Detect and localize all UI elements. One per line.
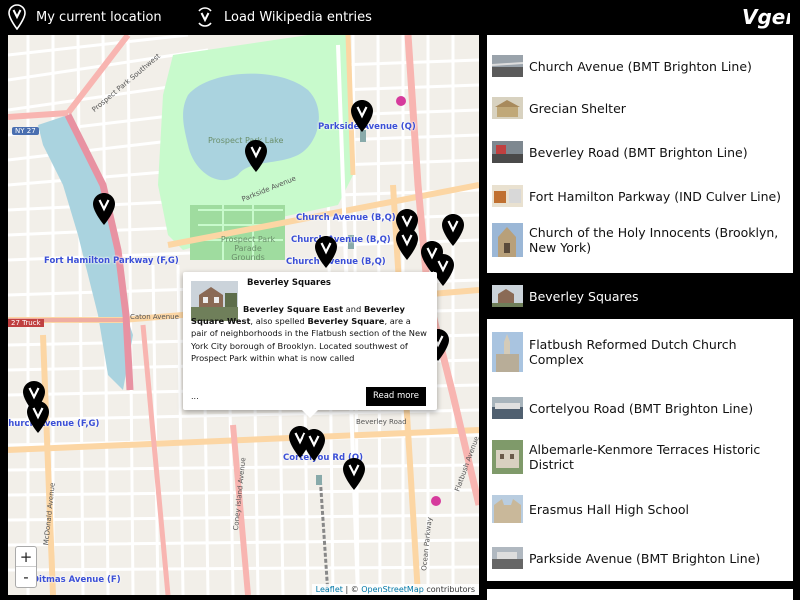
popup-title: Beverley Squares <box>247 278 331 288</box>
zoom-in-button[interactable]: + <box>16 547 36 567</box>
list-item-label: Flatbush Reformed Dutch Church Complex <box>529 337 737 367</box>
list-item-label: Albemarle-Kenmore Terraces Historic Dist… <box>529 442 761 472</box>
map-label-caton-avenue: Caton Avenue <box>130 313 179 321</box>
map-label-ny27-truck: 27 Truck <box>8 319 44 327</box>
list-item-label: Beverley Squares <box>529 288 639 304</box>
zoom-out-button[interactable]: - <box>16 567 36 587</box>
map-attribution: Leaflet | © OpenStreetMap contributors <box>311 584 479 595</box>
list-item-label: Church of the Holy Innocents (Brooklyn, … <box>529 225 779 255</box>
map-pin-church-holy-innocents[interactable] <box>441 213 465 247</box>
map-view[interactable]: Prospect Park Lake Prospect Park Parade … <box>8 35 479 595</box>
map-label-beverley-road: Beverley Road <box>356 418 407 426</box>
list-item[interactable]: Beverley Road (BMT Brighton Line) <box>487 119 793 185</box>
load-wikipedia-label: Load Wikipedia entries <box>224 9 372 25</box>
list-item[interactable]: Church Avenue (BMT Brighton Line) <box>487 35 793 97</box>
list-item-label: Parkside Avenue (BMT Brighton Line) <box>529 550 761 566</box>
list-item[interactable]: Church of the Holy Innocents (Brooklyn, … <box>487 207 793 273</box>
list-thumbnail <box>492 440 523 474</box>
list-item-label: Grecian Shelter <box>529 100 626 116</box>
map-label-fort-hamilton: Fort Hamilton Parkway (F,G) <box>44 256 179 266</box>
list-item[interactable]: Grecian Shelter <box>487 97 793 119</box>
results-list[interactable]: Church Avenue (BMT Brighton Line) Grecia… <box>487 35 793 600</box>
map-pin-beverley-squares[interactable] <box>302 428 326 462</box>
list-thumbnail <box>492 141 523 163</box>
info-popup: Beverley Squares Beverley Square East an… <box>183 272 437 418</box>
list-thumbnail <box>492 397 523 419</box>
map-pin-parkside-avenue[interactable] <box>350 99 374 133</box>
map-pin-grecian-shelter[interactable] <box>244 139 268 173</box>
list-item-label: Beverley Road (BMT Brighton Line) <box>529 144 748 160</box>
map-pin-church-avenue-2[interactable] <box>395 227 419 261</box>
my-location-button[interactable]: My current location <box>8 0 162 34</box>
load-wikipedia-button[interactable]: Load Wikipedia entries <box>196 0 372 34</box>
list-item-label: Fort Hamilton Parkway (IND Culver Line) <box>529 188 782 204</box>
location-pin-icon <box>8 4 26 30</box>
read-more-button[interactable]: Read more <box>366 387 426 406</box>
list-thumbnail <box>492 547 523 569</box>
list-item-active[interactable]: Beverley Squares <box>487 273 793 319</box>
osm-link[interactable]: OpenStreetMap <box>361 585 424 594</box>
list-thumbnail <box>492 223 523 257</box>
list-item-label: Cortelyou Road (BMT Brighton Line) <box>529 400 754 416</box>
map-pin-cortelyou-road[interactable] <box>342 457 366 491</box>
list-item-label: Erasmus Hall High School <box>529 501 689 517</box>
svg-text:Vger: Vger <box>742 5 790 29</box>
list-thumbnail <box>492 185 523 207</box>
list-item[interactable]: Albemarle-Kenmore Terraces Historic Dist… <box>487 431 793 483</box>
map-pin-church-avenue-3[interactable] <box>314 235 338 269</box>
list-thumbnail <box>492 495 523 523</box>
map-pin-church-avenue-fg-2[interactable] <box>26 400 50 434</box>
list-thumbnail <box>492 285 523 307</box>
list-item[interactable]: Erasmus Hall High School <box>487 483 793 535</box>
map-label-church-avenue-1: Church Avenue (B,Q) <box>296 213 396 223</box>
top-bar: My current location Load Wikipedia entri… <box>0 0 800 34</box>
popup-description: Beverley Square East and Beverley Square… <box>191 304 427 363</box>
vger-logo: Vger <box>742 2 796 32</box>
popup-ellipsis: ... <box>191 392 199 401</box>
map-label-parade-grounds: Prospect Park Parade Grounds <box>220 235 276 262</box>
map-label-ditmas-avenue: Ditmas Avenue (F) <box>32 575 121 585</box>
list-thumbnail <box>492 55 523 77</box>
list-item[interactable]: Parkside Avenue (BMT Brighton Line) <box>487 535 793 581</box>
list-thumbnail <box>492 97 523 119</box>
map-label-church-avenue-2: Church Avenue (B,Q) <box>291 235 391 245</box>
list-item-label: Church Avenue (BMT Brighton Line) <box>529 58 752 74</box>
zoom-control: + - <box>15 546 37 588</box>
my-location-label: My current location <box>36 9 162 25</box>
list-item[interactable]: Fort Hamilton Parkway (IND Culver Line) <box>487 185 793 207</box>
reload-icon <box>198 7 212 27</box>
map-pin-fort-hamilton[interactable] <box>92 192 116 226</box>
map-label-church-avenue-fg: Church Avenue (F,G) <box>8 419 100 429</box>
list-item[interactable]: Cortelyou Road (BMT Brighton Line) <box>487 385 793 431</box>
leaflet-link[interactable]: Leaflet <box>316 585 343 594</box>
list-item[interactable]: Flatbush Reformed Dutch Church Complex <box>487 319 793 385</box>
list-item[interactable] <box>487 589 793 600</box>
list-thumbnail <box>492 332 523 372</box>
map-label-ny27: NY 27 <box>12 127 39 135</box>
